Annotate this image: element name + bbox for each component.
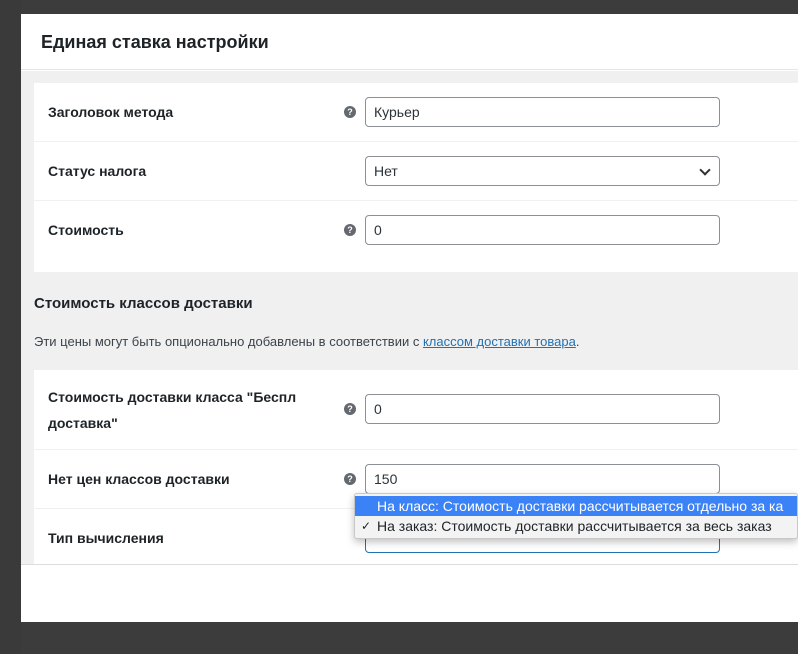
calc-type-dropdown-list: На класс: Стоимость доставки рассчитывае…	[354, 493, 798, 539]
checkmark-icon: ✓	[361, 519, 372, 533]
no-class-cost-input[interactable]: 150	[365, 464, 720, 494]
method-title-row: Заголовок метода ? Курьер	[34, 83, 798, 142]
tax-status-row: Статус налога Нет	[34, 142, 798, 201]
backdrop	[0, 0, 21, 654]
modal-title: Единая ставка настройки	[41, 32, 269, 52]
calc-type-label: Тип вычисления	[48, 530, 164, 546]
modal-header: Единая ставка настройки	[21, 14, 798, 70]
chevron-down-icon	[699, 164, 711, 176]
shipping-class-link[interactable]: классом доставки товара	[423, 334, 576, 349]
option-label: На класс: Стоимость доставки рассчитывае…	[377, 498, 784, 514]
description-text: Эти цены могут быть опционально добавлен…	[34, 334, 423, 349]
description-suffix: .	[575, 334, 580, 349]
modal-body: Заголовок метода ? Курьер Статус налога …	[21, 71, 798, 567]
option-label: На заказ: Стоимость доставки рассчитывае…	[377, 518, 772, 534]
cost-input[interactable]: 0	[365, 215, 720, 245]
modal-footer	[21, 564, 798, 622]
calc-option-per-order[interactable]: ✓ На заказ: Стоимость доставки рассчитыв…	[355, 516, 797, 536]
help-icon[interactable]: ?	[344, 106, 356, 118]
method-title-label: Заголовок метода	[48, 104, 174, 120]
help-icon[interactable]: ?	[344, 473, 356, 485]
free-class-label: Стоимость доставки класса "Беспл доставк…	[48, 389, 297, 431]
method-title-input[interactable]: Курьер	[365, 97, 720, 127]
shipping-classes-title: Стоимость классов доставки	[34, 295, 253, 312]
help-icon[interactable]: ?	[344, 403, 356, 415]
tax-status-value: Нет	[374, 163, 398, 179]
free-class-row: Стоимость доставки класса "Беспл доставк…	[34, 370, 798, 450]
no-class-label: Нет цен классов доставки	[48, 471, 230, 487]
tax-status-label: Статус налога	[48, 163, 147, 179]
shipping-classes-description: Эти цены могут быть опционально добавлен…	[34, 334, 579, 349]
cost-row: Стоимость ? 0	[34, 201, 798, 260]
free-class-cost-input[interactable]: 0	[365, 394, 720, 424]
method-settings-card: Заголовок метода ? Курьер Статус налога …	[34, 83, 798, 272]
help-icon[interactable]: ?	[344, 224, 356, 236]
cost-label: Стоимость	[48, 222, 124, 238]
calc-option-per-class[interactable]: На класс: Стоимость доставки рассчитывае…	[355, 496, 797, 516]
tax-status-select[interactable]: Нет	[365, 156, 720, 186]
